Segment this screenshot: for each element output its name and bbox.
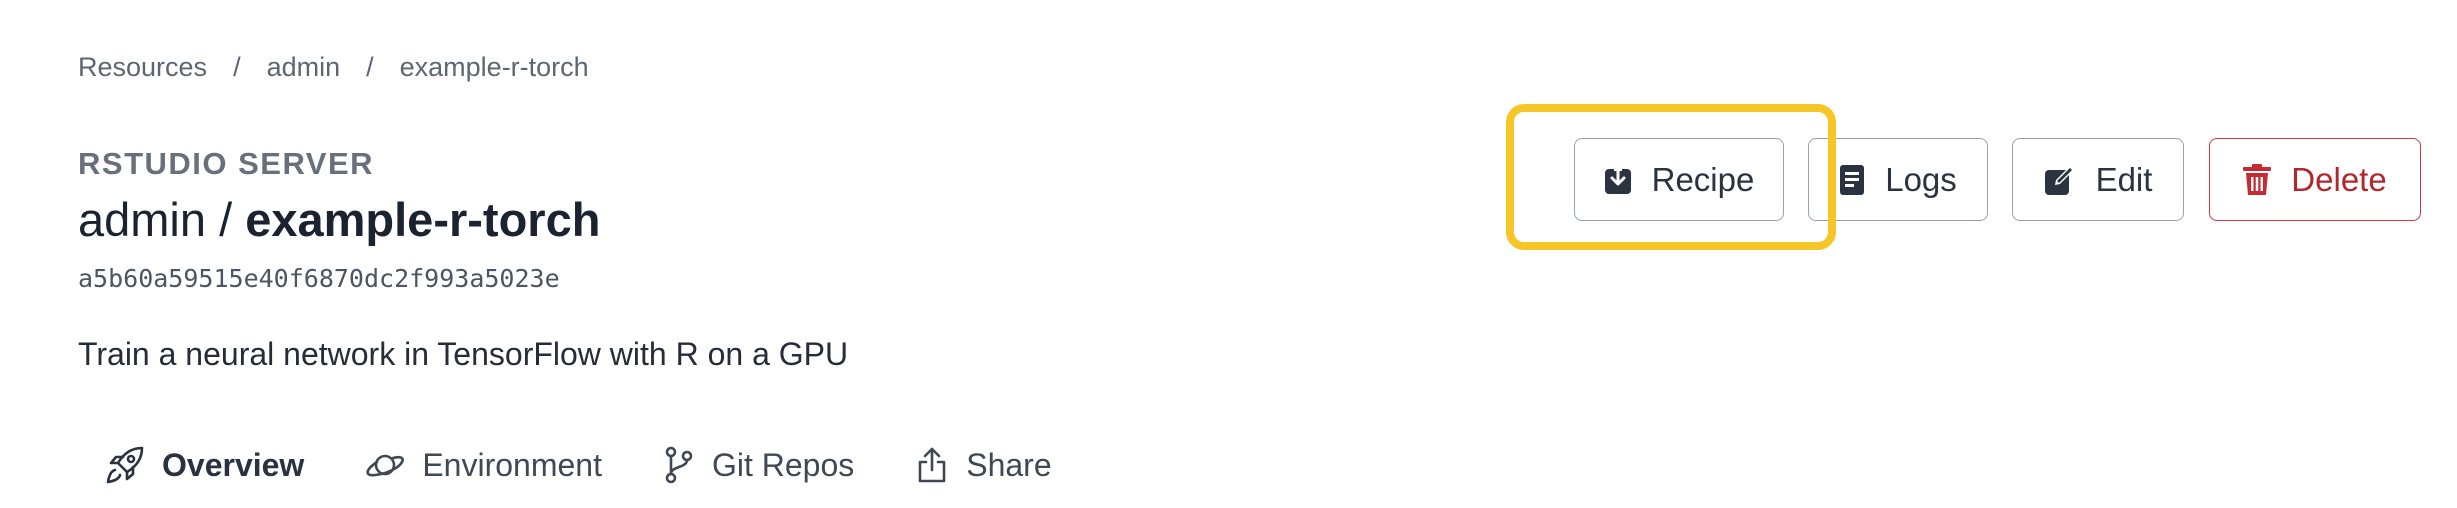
tab-overview[interactable]: Overview (106, 446, 304, 484)
tab-git-repos-label: Git Repos (711, 446, 855, 483)
share-icon (916, 446, 948, 484)
breadcrumb-separator: / (233, 52, 241, 82)
breadcrumb-admin[interactable]: admin (267, 52, 341, 83)
tab-git-repos[interactable]: Git Repos (664, 446, 854, 484)
breadcrumb-resources[interactable]: Resources (78, 52, 207, 83)
resource-description: Train a neural network in TensorFlow wit… (78, 336, 849, 372)
recipe-button[interactable]: Recipe (1574, 138, 1784, 221)
resource-name: example-r-torch (245, 193, 601, 246)
title-separator: / (219, 193, 233, 246)
tab-environment-label: Environment (422, 446, 602, 483)
logs-button[interactable]: Logs (1808, 138, 1988, 221)
git-branch-icon (664, 446, 694, 484)
breadcrumb-separator: / (366, 52, 374, 82)
resource-hash: a5b60a59515e40f6870dc2f993a5023e (78, 264, 560, 293)
download-icon (1604, 164, 1632, 195)
logs-button-label: Logs (1885, 160, 1957, 198)
document-icon (1839, 164, 1865, 196)
tab-share[interactable]: Share (916, 446, 1052, 484)
tab-environment[interactable]: Environment (366, 447, 602, 484)
rocket-icon (106, 446, 144, 484)
breadcrumb-current: example-r-torch (399, 52, 589, 82)
edit-button-label: Edit (2095, 160, 2153, 198)
resource-type: RSTUDIO SERVER (78, 146, 375, 181)
planet-icon (366, 448, 405, 482)
page-title: admin / example-r-torch (78, 192, 600, 247)
recipe-button-label: Recipe (1651, 160, 1755, 198)
tab-share-label: Share (966, 446, 1052, 483)
resource-owner: admin (78, 193, 207, 246)
tab-overview-label: Overview (162, 446, 305, 483)
breadcrumb: Resources / admin / example-r-torch (78, 52, 589, 83)
trash-icon (2243, 163, 2272, 196)
edit-icon (2044, 164, 2076, 196)
delete-button[interactable]: Delete (2209, 138, 2421, 221)
tab-bar: Overview Environment Git Repos Share (106, 446, 1114, 484)
edit-button[interactable]: Edit (2012, 138, 2184, 221)
delete-button-label: Delete (2291, 160, 2387, 198)
